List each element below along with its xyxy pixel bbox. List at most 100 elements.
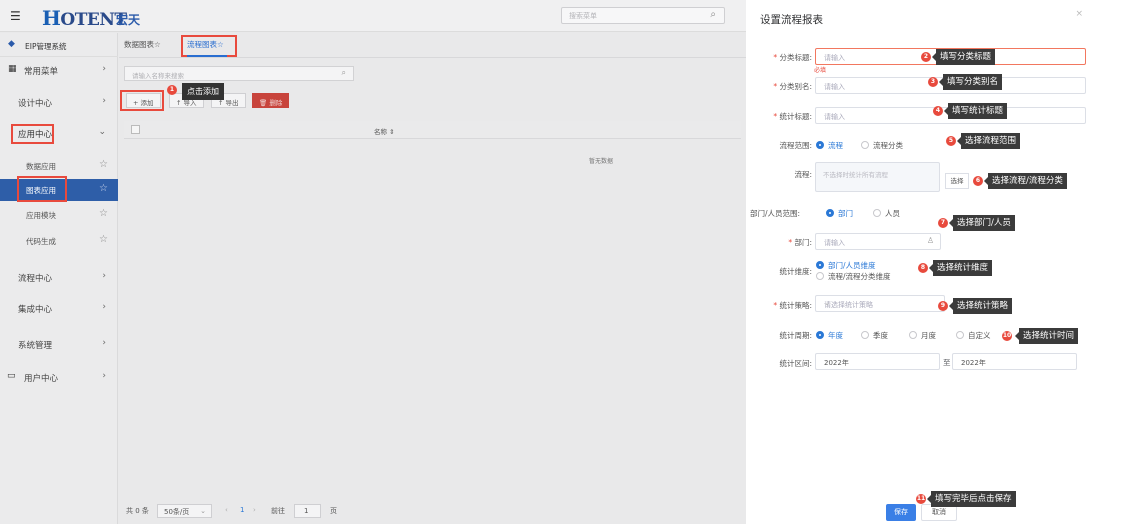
sidebar-subitem-label: 数据应用 (26, 162, 56, 171)
list-search-placeholder: 请输入名称来搜索 (132, 72, 184, 80)
main-content: 数据图表☆ 流程图表☆ 请输入名称来搜索 ⌕ + 添加 ↑ 导入 ↑ 导出 🗑 … (119, 33, 746, 524)
select-all-checkbox[interactable] (131, 125, 140, 134)
page-number[interactable]: 1 (240, 506, 244, 514)
radio-dept[interactable]: 部门 (826, 208, 853, 219)
step-badge: 9 (938, 301, 948, 311)
next-page-button[interactable]: › (253, 506, 256, 514)
stat-strategy-select[interactable]: 请选择统计策略 ⌄ (815, 295, 945, 312)
tip-click-add: 点击添加 (182, 83, 224, 100)
prev-page-button[interactable]: ‹ (225, 506, 228, 514)
chevron-right-icon: › (102, 338, 106, 348)
list-search-input[interactable]: 请输入名称来搜索 ⌕ (124, 66, 354, 81)
menu-search-input[interactable]: 搜索菜单 ⌕ (561, 7, 725, 24)
table-header: 名称 ⇕ (124, 121, 741, 139)
label-text: 统计标题: (779, 112, 812, 121)
sidebar-item-design-center[interactable]: 设计中心 › (0, 91, 118, 115)
process-textarea[interactable]: 不选择时统计所有流程 (815, 162, 940, 192)
goto-page-input[interactable]: 1 (294, 504, 321, 518)
radio-quarter[interactable]: 季度 (861, 330, 888, 341)
sidebar-item-label: 系统管理 (18, 341, 53, 351)
page-size-value: 50条/页 (164, 508, 190, 516)
star-icon[interactable]: ☆ (99, 208, 108, 219)
dept-input[interactable]: 请输入 ♙ (815, 233, 941, 250)
star-icon[interactable]: ☆ (99, 234, 108, 245)
tip-stat-dim: 选择统计维度 (928, 260, 993, 276)
dept-scope-label: 部门/人员范围: (750, 209, 801, 218)
step-badge: 11 (916, 494, 926, 504)
radio-dept-dim[interactable]: 部门/人员维度 (816, 260, 876, 271)
sidebar-item-integration-center[interactable]: 集成中心 › (0, 297, 118, 321)
sidebar-subitem-code-gen[interactable]: 代码生成 ☆ (0, 230, 118, 252)
range-to-select[interactable]: 2022年 ⌄ (952, 353, 1077, 370)
placeholder: 请输入 (824, 113, 845, 121)
page-size-select[interactable]: 50条/页 ⌄ (157, 504, 212, 518)
save-button[interactable]: 保存 (886, 504, 916, 521)
tip-save: 填写完毕后点击保存 (927, 491, 1016, 507)
placeholder: 请输入 (824, 239, 845, 247)
tab-data-chart[interactable]: 数据图表☆ (124, 39, 161, 50)
search-icon[interactable]: ⌕ (710, 9, 716, 20)
star-icon[interactable]: ☆ (99, 183, 108, 194)
step-badge: 6 (973, 176, 983, 186)
sidebar-item-label: 设计中心 (18, 99, 53, 109)
select-process-button[interactable]: 选择 (945, 173, 969, 189)
brand-name: 宏天 (116, 13, 141, 27)
sidebar-header: ◆ EIP管理系统 (0, 33, 118, 57)
stat-period-label: 统计周期: (779, 331, 812, 340)
radio-process[interactable]: 流程 (816, 140, 843, 151)
range-from-select[interactable]: 2022年 ⌄ (815, 353, 940, 370)
top-bar: ☰ HOTENT 宏天 搜索菜单 ⌕ (0, 0, 746, 32)
step-badge: 1 (167, 85, 177, 95)
step-badge: 8 (918, 263, 928, 273)
step-badge: 5 (946, 136, 956, 146)
radio-label: 流程/流程分类维度 (828, 272, 891, 281)
range-separator: 至 (943, 358, 951, 367)
process-scope-label: 流程范围: (779, 141, 812, 150)
page-unit: 页 (330, 507, 337, 515)
label-text: 部门: (794, 238, 812, 247)
search-icon[interactable]: ⌕ (342, 68, 346, 78)
chevron-right-icon: › (102, 371, 106, 381)
radio-person[interactable]: 人员 (873, 208, 900, 219)
sidebar-subitem-label: 应用模块 (26, 211, 56, 220)
label-text: 分类别名: (779, 82, 812, 91)
chevron-down-icon: ⌄ (98, 127, 106, 137)
highlight-app-center (11, 124, 54, 144)
highlight-chart-app (17, 176, 67, 202)
placeholder: 请输入 (824, 83, 845, 91)
radio-label: 自定义 (968, 331, 991, 340)
chevron-down-icon: ⌄ (824, 357, 830, 365)
delete-button[interactable]: 🗑 删除 (252, 93, 290, 108)
sidebar-item-common-menu[interactable]: ▦ 常用菜单 › (0, 59, 118, 83)
sidebar-subitem-data-app[interactable]: 数据应用 ☆ (0, 155, 118, 177)
chevron-down-icon: ⌄ (824, 299, 830, 307)
sidebar-item-process-center[interactable]: 流程中心 › (0, 266, 118, 290)
monitor-icon: ▭ (7, 371, 16, 381)
settings-drawer: 设置流程报表 × * 分类标题: 请输入 必填 * 分类别名: 请输入 * 统计… (746, 0, 1097, 524)
radio-process-dim[interactable]: 流程/流程分类维度 (816, 271, 891, 282)
goto-page-value: 1 (304, 507, 309, 515)
close-icon[interactable]: × (1075, 9, 1083, 19)
step-badge: 4 (933, 106, 943, 116)
radio-label: 月度 (921, 331, 936, 340)
org-icon[interactable]: ♙ (927, 236, 934, 245)
radio-label: 人员 (885, 209, 900, 218)
chevron-down-icon: ⌄ (961, 357, 967, 365)
logo[interactable]: HOTENT (42, 6, 127, 30)
radio-year[interactable]: 年度 (816, 330, 843, 341)
sidebar-item-user-center[interactable]: ▭ 用户中心 › (0, 366, 118, 390)
radio-month[interactable]: 月度 (909, 330, 936, 341)
radio-process-category[interactable]: 流程分类 (861, 140, 903, 151)
star-icon[interactable]: ☆ (99, 159, 108, 170)
system-logo-icon: ◆ (8, 39, 15, 49)
process-label: 流程: (794, 170, 812, 179)
background-app: ☰ HOTENT 宏天 搜索菜单 ⌕ ◆ EIP管理系统 ▦ 常用菜单 › 设计中心… (0, 0, 746, 524)
sidebar-item-system-mgmt[interactable]: 系统管理 › (0, 333, 118, 357)
sidebar-subitem-app-module[interactable]: 应用模块 ☆ (0, 204, 118, 226)
sidebar-item-label: 用户中心 (24, 374, 59, 384)
radio-custom[interactable]: 自定义 (956, 330, 991, 341)
menu-toggle-icon[interactable]: ☰ (10, 9, 21, 23)
column-name-header[interactable]: 名称 ⇕ (374, 126, 395, 136)
tip-category-alias: 填写分类别名 (938, 74, 1003, 90)
sidebar-item-label: 流程中心 (18, 274, 53, 284)
